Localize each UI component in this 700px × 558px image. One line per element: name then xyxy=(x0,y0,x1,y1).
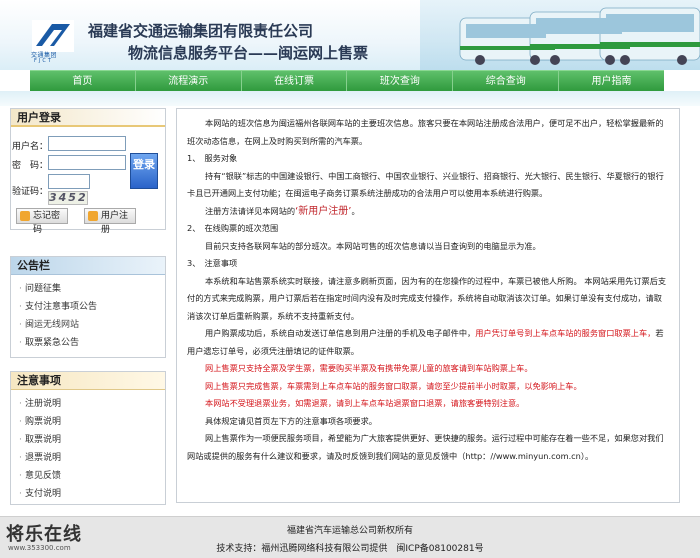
copyright-text: 福建省汽车运输总公司新权所有 xyxy=(286,526,413,536)
notes-paragraph: 本系统和车站售票系统实时联接，请注意多刷新页面，因为有的在您操作的过程中，车票已… xyxy=(187,275,667,321)
tips-panel: 注意事项 注册说明 购票说明 取票说明 退票说明 意见反馈 支付说明 xyxy=(10,371,166,505)
nav-schedule-query[interactable]: 班次查询 xyxy=(347,71,454,91)
username-input[interactable] xyxy=(48,136,126,151)
notice-item-question[interactable]: 问题征集 xyxy=(19,280,165,298)
login-title: 用户登录 xyxy=(11,109,165,127)
tech-support-text: 技术支持：福州迅腾网络科技有限公司提供 闽ICP备08100281号 xyxy=(216,544,484,554)
captcha-input[interactable] xyxy=(48,174,90,189)
watermark-url: www.353300.com xyxy=(8,544,71,552)
nav-process-demo[interactable]: 流程演示 xyxy=(136,71,242,91)
nav-general-query[interactable]: 综合查询 xyxy=(453,71,560,91)
red-note-1: 网上售票只支持全票及学生票，需要购买半票及有携带免票儿童的旅客请到车站购票上车。 xyxy=(205,363,533,373)
nav-shadow-band xyxy=(0,91,700,106)
tips-title: 注意事项 xyxy=(11,372,165,390)
bus-banner-image xyxy=(420,0,700,70)
forgot-password-button[interactable]: 忘记密码 xyxy=(16,208,68,235)
section-schedule-scope: 2、 在线购票的班次范围 xyxy=(187,223,279,233)
register-label: 用户注册 xyxy=(101,211,129,235)
nav-online-booking[interactable]: 在线订票 xyxy=(242,71,348,91)
red-note-2: 网上售票只完成售票，车票需到上车点车站的服务窗口取票，请您至少提前半小时取票，以… xyxy=(205,380,582,391)
notice-item-ticket-urgent[interactable]: 取票紧急公告 xyxy=(19,334,165,352)
notice-item-wireless[interactable]: 闽运无线网站 xyxy=(19,316,165,334)
tips-item-purchase[interactable]: 购票说明 xyxy=(19,413,165,431)
header-banner: 交通集团 FJCT 福建省交通运输集团有限责任公司 物流信息服务平台——闽运网上… xyxy=(0,0,700,70)
register-method-line: 注册方法请详见本网站的‘新用户注册’。 xyxy=(187,203,669,221)
register-button[interactable]: 用户注册 xyxy=(84,208,136,235)
notice-list: 问题征集 支付注意事项公告 闽运无线网站 取票紧急公告 xyxy=(11,275,165,352)
watermark-logo: 将乐在线 xyxy=(6,524,82,545)
tips-list: 注册说明 购票说明 取票说明 退票说明 意见反馈 支付说明 xyxy=(11,390,165,503)
section-service-target: 1、 服务对象 xyxy=(187,153,238,163)
username-label: 用户名： xyxy=(12,142,49,152)
rules-paragraph: 具体规定请见首页左下方的注意事项各项要求。 xyxy=(205,415,377,426)
company-name: 福建省交通运输集团有限责任公司 xyxy=(88,22,314,40)
section-notes: 3、 注意事项 xyxy=(187,258,238,268)
company-logo xyxy=(32,20,74,52)
order-text-a: 用户购票成功后，系统自动发送订单信息到用户注册的手机及电子邮件中， xyxy=(205,328,476,338)
register-method-text: 注册方法请详见本网站的 xyxy=(205,205,296,216)
logo-subtext: FJCT xyxy=(34,58,53,64)
service-target-paragraph: 持有“银联”标志的中国建设银行、中国工商银行、中国农业银行、兴业银行、招商银行、… xyxy=(187,170,664,199)
red-note-3: 本网站不受理退票业务，如需退票，请到上车点车站退票窗口退票，请旅客要特别注意。 xyxy=(205,398,525,408)
new-user-register-link[interactable]: ‘新用户注册’ xyxy=(295,206,351,217)
feedback-paragraph: 网上售票作为一项便民服务项目，希望能为广大旅客提供更好、更快捷的服务。运行过程中… xyxy=(187,433,664,461)
notice-panel: 公告栏 问题征集 支付注意事项公告 闽运无线网站 取票紧急公告 xyxy=(10,256,166,358)
main-content: 本网站的班次信息为闽运福州各联网车站的主要班次信息。旅客只要在本网站注册成合法用… xyxy=(176,108,680,503)
tips-item-payment[interactable]: 支付说明 xyxy=(19,485,165,503)
order-text-red: 用户凭订单号到上车点车站的服务窗口取票上车， xyxy=(475,328,656,338)
tips-item-pickup[interactable]: 取票说明 xyxy=(19,431,165,449)
tips-item-refund[interactable]: 退票说明 xyxy=(19,449,165,467)
login-button[interactable]: 登录 xyxy=(130,153,158,189)
nav-user-guide[interactable]: 用户指南 xyxy=(559,71,664,91)
tips-item-feedback[interactable]: 意见反馈 xyxy=(19,467,165,485)
platform-title: 物流信息服务平台——闽运网上售票 xyxy=(128,44,369,62)
notice-title: 公告栏 xyxy=(11,257,165,275)
main-nav: 首页 流程演示 在线订票 班次查询 综合查询 用户指南 xyxy=(30,70,664,91)
password-label: 密 码： xyxy=(12,161,49,171)
login-button-label: 登录 xyxy=(133,158,155,171)
order-paragraph: 用户购票成功后，系统自动发送订单信息到用户注册的手机及电子邮件中，用户凭订单号到… xyxy=(187,325,669,360)
nav-home[interactable]: 首页 xyxy=(30,71,136,91)
schedule-scope-paragraph: 目前只支持各联网车站的部分班次。本网站可售的班次信息请以当日查询到的电脑显示为准… xyxy=(205,240,541,251)
register-method-end: 。 xyxy=(351,205,360,216)
intro-paragraph: 本网站的班次信息为闽运福州各联网车站的主要班次信息。旅客只要在本网站注册成合法用… xyxy=(187,118,664,146)
forgot-password-label: 忘记密码 xyxy=(33,211,61,235)
password-input[interactable] xyxy=(48,155,126,170)
footer: 福建省汽车运输总公司新权所有 技术支持：福州迅腾网络科技有限公司提供 闽ICP备… xyxy=(0,516,700,558)
captcha-label: 验证码： xyxy=(12,187,49,197)
tips-item-register[interactable]: 注册说明 xyxy=(19,395,165,413)
notice-item-payment[interactable]: 支付注意事项公告 xyxy=(19,298,165,316)
captcha-image[interactable]: 3452 xyxy=(48,191,88,205)
